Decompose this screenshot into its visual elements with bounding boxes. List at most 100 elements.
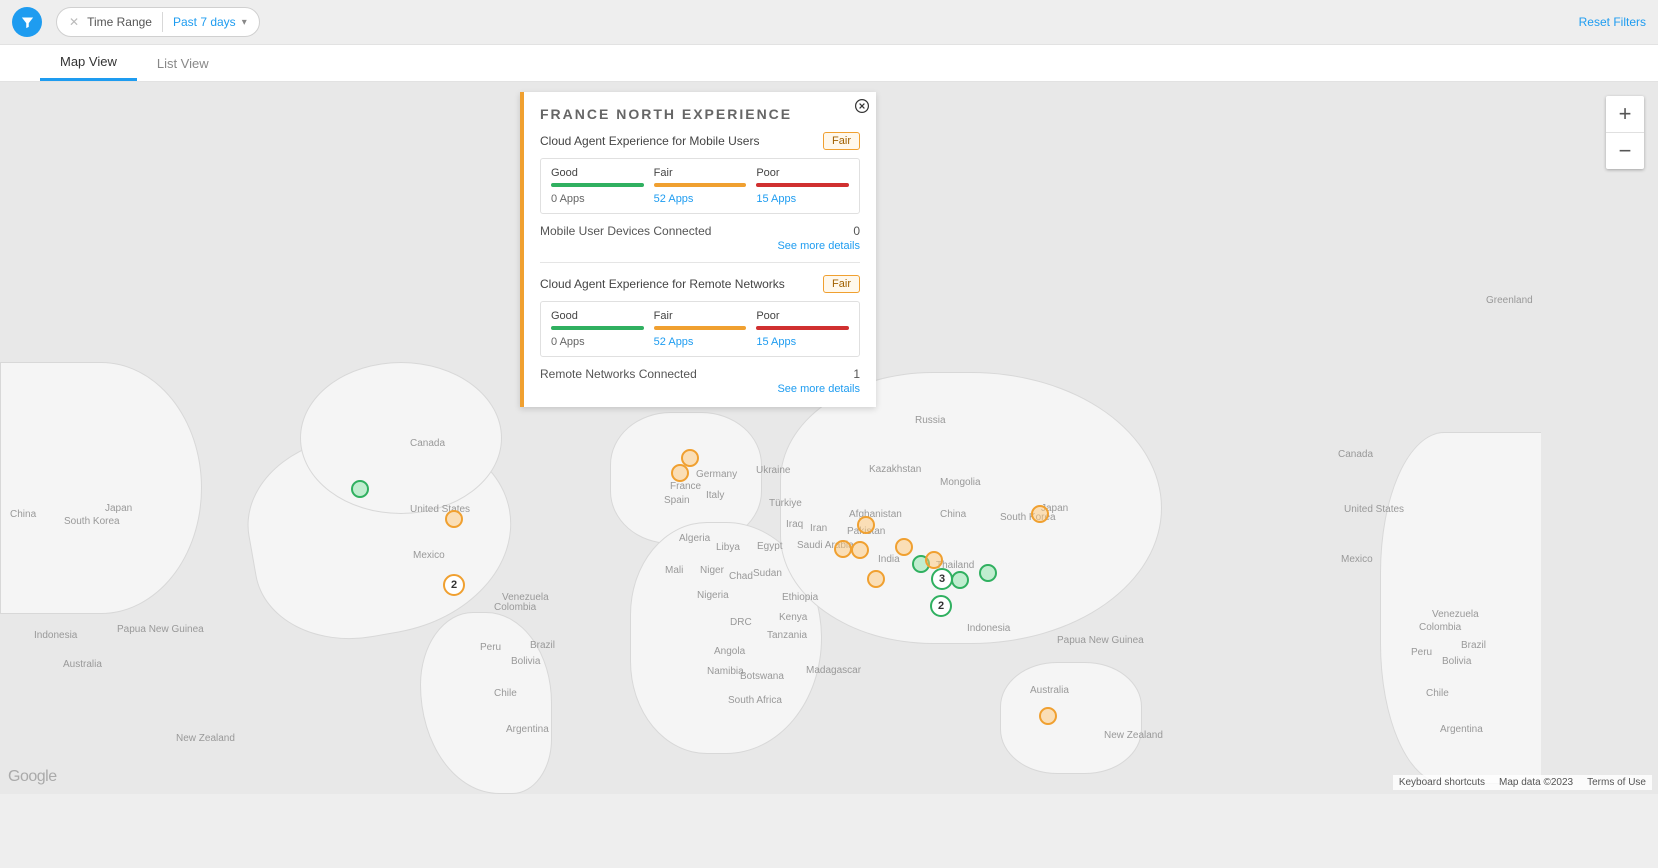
map-marker[interactable] bbox=[445, 510, 463, 528]
metric-value-poor[interactable]: 15 Apps bbox=[756, 336, 849, 348]
country-label: Mali bbox=[665, 565, 683, 576]
map-marker[interactable] bbox=[951, 571, 969, 589]
see-more-details-link[interactable]: See more details bbox=[540, 240, 860, 252]
location-popup: FRANCE NORTH EXPERIENCE Cloud Agent Expe… bbox=[520, 92, 876, 407]
map-area[interactable]: CanadaUnited StatesMexicoVenezuelaColomb… bbox=[0, 82, 1658, 794]
country-label: Kazakhstan bbox=[869, 464, 921, 475]
metric-value-fair[interactable]: 52 Apps bbox=[654, 193, 747, 205]
country-label: Canada bbox=[410, 438, 445, 449]
country-label: Botswana bbox=[740, 671, 784, 682]
map-marker[interactable] bbox=[1031, 505, 1049, 523]
metric-bar-good bbox=[551, 326, 644, 330]
map-marker[interactable] bbox=[1039, 707, 1057, 725]
country-label: Chile bbox=[1426, 688, 1449, 699]
map-marker[interactable] bbox=[681, 449, 699, 467]
map-marker[interactable] bbox=[867, 570, 885, 588]
map-marker[interactable] bbox=[857, 516, 875, 534]
country-label: Mexico bbox=[1341, 554, 1373, 565]
filter-icon-button[interactable] bbox=[12, 7, 42, 37]
metric-value-fair[interactable]: 52 Apps bbox=[654, 336, 747, 348]
see-more-details-link[interactable]: See more details bbox=[540, 383, 860, 395]
country-label: Türkiye bbox=[769, 498, 802, 509]
map-marker[interactable] bbox=[671, 464, 689, 482]
popup-close-icon[interactable] bbox=[854, 98, 872, 116]
country-label: New Zealand bbox=[1104, 730, 1163, 741]
tab-list-view[interactable]: List View bbox=[137, 45, 229, 81]
map-marker[interactable] bbox=[851, 541, 869, 559]
reset-filters-link[interactable]: Reset Filters bbox=[1579, 15, 1646, 29]
zoom-in-button[interactable]: + bbox=[1606, 96, 1644, 132]
section-subtitle: Cloud Agent Experience for Mobile Users bbox=[540, 134, 759, 148]
metric-label-fair: Fair bbox=[654, 167, 747, 179]
country-label: Algeria bbox=[679, 533, 710, 544]
map-marker[interactable] bbox=[925, 551, 943, 569]
time-range-value: Past 7 days bbox=[173, 15, 236, 29]
keyboard-shortcuts-link[interactable]: Keyboard shortcuts bbox=[1399, 777, 1485, 788]
kv-value: 1 bbox=[853, 367, 860, 381]
country-label: India bbox=[878, 554, 900, 565]
kv-label: Remote Networks Connected bbox=[540, 367, 697, 381]
kv-row: Remote Networks Connected 1 bbox=[540, 367, 860, 381]
kv-label: Mobile User Devices Connected bbox=[540, 224, 711, 238]
country-label: Australia bbox=[63, 659, 102, 670]
country-label: Greenland bbox=[1486, 295, 1533, 306]
country-label: Indonesia bbox=[34, 630, 77, 641]
country-label: Bolivia bbox=[511, 656, 540, 667]
metrics-box: Good 0 Apps Fair 52 Apps Poor 15 Apps bbox=[540, 301, 860, 357]
country-label: Papua New Guinea bbox=[117, 624, 204, 635]
section-subtitle: Cloud Agent Experience for Remote Networ… bbox=[540, 277, 785, 291]
metric-bar-good bbox=[551, 183, 644, 187]
country-label: Spain bbox=[664, 495, 690, 506]
pill-divider bbox=[162, 12, 163, 32]
country-label: South Korea bbox=[64, 516, 120, 527]
map-marker[interactable]: 2 bbox=[443, 574, 465, 596]
popup-divider bbox=[540, 262, 860, 263]
country-label: Australia bbox=[1030, 685, 1069, 696]
country-label: Brazil bbox=[1461, 640, 1486, 651]
map-marker[interactable] bbox=[979, 564, 997, 582]
close-icon[interactable]: ✕ bbox=[69, 15, 79, 29]
country-label: Namibia bbox=[707, 666, 744, 677]
country-label: Mongolia bbox=[940, 477, 981, 488]
country-label: Brazil bbox=[530, 640, 555, 651]
country-label: Libya bbox=[716, 542, 740, 553]
status-badge: Fair bbox=[823, 275, 860, 293]
metric-bar-fair bbox=[654, 183, 747, 187]
country-label: Ukraine bbox=[756, 465, 790, 476]
status-badge: Fair bbox=[823, 132, 860, 150]
country-label: Tanzania bbox=[767, 630, 807, 641]
country-label: Egypt bbox=[757, 541, 783, 552]
map-data-text: Map data ©2023 bbox=[1499, 777, 1573, 788]
map-marker[interactable] bbox=[834, 540, 852, 558]
kv-value: 0 bbox=[853, 224, 860, 238]
metric-label-good: Good bbox=[551, 310, 644, 322]
time-range-pill[interactable]: ✕ Time Range Past 7 days ▾ bbox=[56, 7, 260, 37]
country-label: Nigeria bbox=[697, 590, 729, 601]
metric-value-poor[interactable]: 15 Apps bbox=[756, 193, 849, 205]
country-label: Ethiopia bbox=[782, 592, 818, 603]
tab-map-view[interactable]: Map View bbox=[40, 45, 137, 81]
map-marker[interactable]: 2 bbox=[930, 595, 952, 617]
map-marker[interactable]: 3 bbox=[931, 568, 953, 590]
kv-row: Mobile User Devices Connected 0 bbox=[540, 224, 860, 238]
terms-of-use-link[interactable]: Terms of Use bbox=[1587, 777, 1646, 788]
country-label: Madagascar bbox=[806, 665, 861, 676]
zoom-out-button[interactable]: − bbox=[1606, 133, 1644, 169]
country-label: Russia bbox=[915, 415, 946, 426]
country-label: Chad bbox=[729, 571, 753, 582]
zoom-control: + − bbox=[1606, 96, 1644, 169]
country-label: DRC bbox=[730, 617, 752, 628]
country-label: Germany bbox=[696, 469, 737, 480]
metric-bar-poor bbox=[756, 183, 849, 187]
country-label: Niger bbox=[700, 565, 724, 576]
metric-bar-fair bbox=[654, 326, 747, 330]
country-label: Iran bbox=[810, 523, 827, 534]
country-label: Indonesia bbox=[967, 623, 1010, 634]
country-label: France bbox=[670, 481, 701, 492]
map-marker[interactable] bbox=[895, 538, 913, 556]
google-logo: Google bbox=[8, 768, 57, 786]
country-label: Canada bbox=[1338, 449, 1373, 460]
funnel-icon bbox=[20, 15, 35, 30]
map-marker[interactable] bbox=[351, 480, 369, 498]
time-range-label: Time Range bbox=[87, 15, 152, 29]
